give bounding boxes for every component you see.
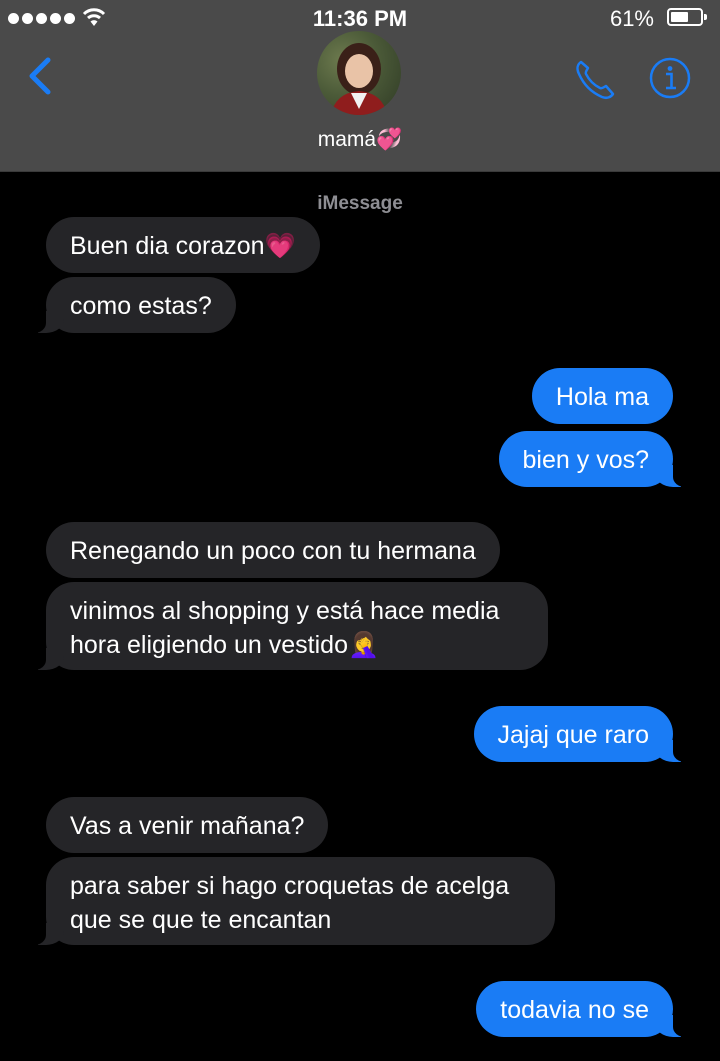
contact-name[interactable]: mamá💞 xyxy=(0,128,720,152)
battery-icon xyxy=(667,8,707,26)
message-text: Jajaj que raro xyxy=(497,721,649,749)
info-icon[interactable] xyxy=(648,56,692,100)
phone-icon[interactable] xyxy=(572,56,618,102)
message-bubble-outgoing[interactable]: todavia no se xyxy=(476,981,687,1037)
message-bubble-incoming[interactable]: para saber si hago croquetas de acelga q… xyxy=(32,857,555,945)
conversation-header: 11:36 PM 61% mamá💞 xyxy=(0,0,720,172)
message-bubble-incoming[interactable]: Renegando un poco con tu hermana xyxy=(46,522,500,578)
message-text: vinimos al shopping y está hace media ho… xyxy=(70,597,500,659)
message-text: bien y vos? xyxy=(522,446,649,474)
message-text: como estas? xyxy=(70,292,212,320)
message-bubble-incoming[interactable]: Vas a venir mañana? xyxy=(46,797,329,853)
message-bubble-outgoing[interactable]: bien y vos? xyxy=(498,431,688,487)
message-text: todavia no se xyxy=(500,996,649,1024)
service-label: iMessage xyxy=(317,193,403,214)
message-bubble-outgoing[interactable]: Jajaj que raro xyxy=(473,706,688,762)
message-bubble-incoming[interactable]: vinimos al shopping y está hace media ho… xyxy=(32,582,548,670)
message-bubble-outgoing[interactable]: Hola ma xyxy=(531,368,673,424)
message-text: Hola ma xyxy=(555,383,649,411)
contact-avatar[interactable] xyxy=(317,31,401,115)
message-bubble-incoming[interactable]: como estas? xyxy=(32,277,236,333)
back-chevron-icon[interactable] xyxy=(24,56,60,96)
battery-percentage: 61% xyxy=(609,6,654,31)
message-text: Vas a venir mañana? xyxy=(70,812,305,840)
avatar-portrait xyxy=(331,43,387,115)
message-text: para saber si hago croquetas de acelga q… xyxy=(70,872,510,934)
message-text: Renegando un poco con tu hermana xyxy=(70,537,476,565)
message-text: Buen dia corazon💗 xyxy=(70,232,296,260)
message-bubble-incoming[interactable]: Buen dia corazon💗 xyxy=(46,217,320,273)
